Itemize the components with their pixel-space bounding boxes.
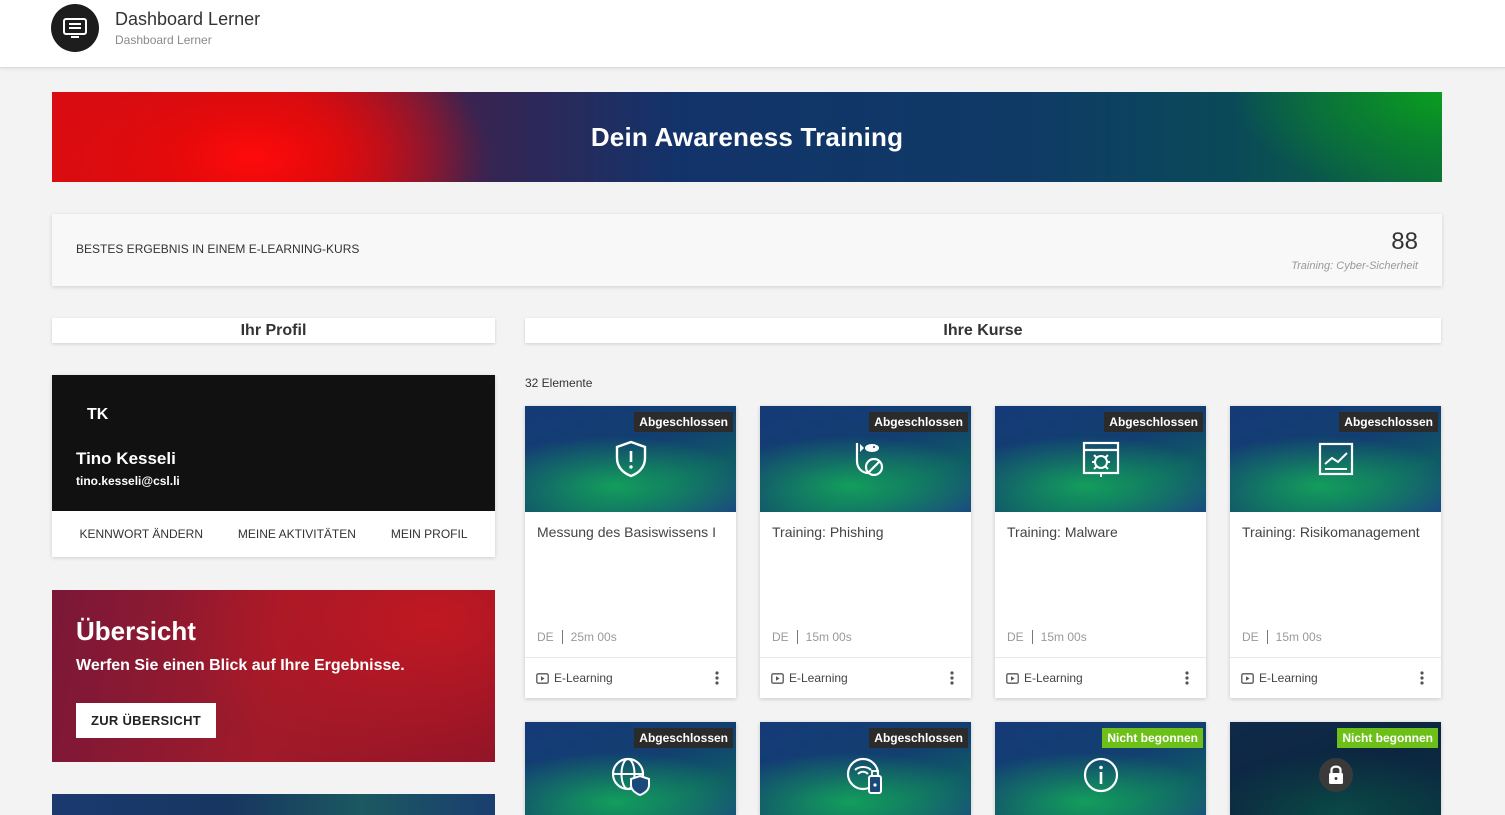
info-circle-icon [1083, 757, 1118, 793]
more-options-icon[interactable] [1414, 668, 1430, 688]
profile-email: tino.kesseli@csl.li [76, 474, 180, 488]
course-type: E-Learning [1024, 671, 1083, 685]
courses-section-title: Ihre Kurse [943, 321, 1023, 339]
video-icon [1241, 672, 1254, 684]
risk-chart-icon [1318, 442, 1353, 476]
partial-card [52, 794, 495, 815]
more-options-icon[interactable] [1179, 668, 1195, 688]
best-result-label: BESTES ERGEBNIS IN EINEM E-LEARNING-KURS [76, 242, 360, 256]
course-footer: E-Learning [525, 657, 736, 698]
course-footer: E-Learning [760, 657, 971, 698]
course-duration: 15m 00s [1275, 630, 1322, 644]
more-options-icon[interactable] [709, 668, 725, 688]
course-image: Nicht begonnen [1230, 722, 1441, 815]
hero-banner: Dein Awareness Training [52, 92, 1442, 182]
course-type: E-Learning [554, 671, 613, 685]
course-language: DE [537, 630, 554, 644]
profile-section-header: Ihr Profil [52, 318, 495, 343]
course-card[interactable]: Abgeschlossen Training: Risikomanagement… [1230, 406, 1441, 698]
course-footer: E-Learning [995, 657, 1206, 698]
course-image: Abgeschlossen [995, 406, 1206, 512]
course-card[interactable]: Abgeschlossen Messung des Basiswissens I… [525, 406, 736, 698]
my-activities-link[interactable]: MEINE AKTIVITÄTEN [238, 527, 356, 541]
courses-section-header: Ihre Kurse [525, 318, 1441, 343]
video-icon [1006, 672, 1019, 684]
course-image: Abgeschlossen [1230, 406, 1441, 512]
video-icon [536, 672, 549, 684]
overview-button[interactable]: ZUR ÜBERSICHT [76, 703, 216, 738]
course-title: Training: Risikomanagement [1242, 524, 1420, 540]
malware-bug-icon [1082, 441, 1119, 477]
profile-card: TK Tino Kesseli tino.kesseli@csl.li KENN… [52, 375, 495, 557]
status-badge: Abgeschlossen [869, 728, 968, 748]
hero-title: Dein Awareness Training [590, 121, 904, 152]
course-meta: DE 15m 00s [1007, 630, 1087, 644]
course-card[interactable]: Abgeschlossen Training: Malware DE 15m 00… [995, 406, 1206, 698]
course-duration: 15m 00s [805, 630, 852, 644]
course-meta: DE 15m 00s [772, 630, 852, 644]
profile-links: KENNWORT ÄNDERN MEINE AKTIVITÄTEN MEIN P… [52, 511, 495, 557]
course-image: Abgeschlossen [525, 722, 736, 815]
lock-icon [1318, 758, 1353, 792]
wifi-usb-icon [846, 757, 882, 794]
best-result-card: BESTES ERGEBNIS IN EINEM E-LEARNING-KURS… [52, 214, 1442, 286]
course-card[interactable]: Nicht begonnen [995, 722, 1206, 815]
course-type: E-Learning [789, 671, 848, 685]
status-badge: Abgeschlossen [634, 412, 733, 432]
course-language: DE [1242, 630, 1259, 644]
overview-card: Übersicht Werfen Sie einen Blick auf Ihr… [52, 590, 495, 762]
course-image: Abgeschlossen [760, 722, 971, 815]
status-badge: Nicht begonnen [1337, 728, 1438, 748]
status-badge: Abgeschlossen [1104, 412, 1203, 432]
status-badge: Nicht begonnen [1102, 728, 1203, 748]
phishing-hook-icon [855, 443, 883, 477]
profile-name: Tino Kesseli [76, 449, 176, 468]
page-title: Dashboard Lerner [115, 9, 261, 29]
dashboard-icon[interactable] [51, 4, 99, 52]
profile-section-title: Ihr Profil [240, 321, 307, 339]
profile-header: TK Tino Kesseli tino.kesseli@csl.li [52, 375, 495, 511]
top-bar: Dashboard Lerner Dashboard Lerner [0, 0, 1505, 68]
best-result-score: 88 [1391, 228, 1418, 255]
course-language: DE [1007, 630, 1024, 644]
avatar: TK [87, 406, 109, 423]
shield-alert-icon [615, 440, 646, 478]
status-badge: Abgeschlossen [869, 412, 968, 432]
my-profile-link[interactable]: MEIN PROFIL [391, 527, 468, 541]
course-count: 32 Elemente [525, 376, 593, 390]
status-badge: Abgeschlossen [1339, 412, 1438, 432]
change-password-link[interactable]: KENNWORT ÄNDERN [79, 527, 203, 541]
course-title: Messung des Basiswissens I [537, 524, 716, 540]
course-card[interactable]: Nicht begonnen [1230, 722, 1441, 815]
course-footer: E-Learning [1230, 657, 1441, 698]
best-result-course: Training: Cyber-Sicherheit [1291, 260, 1418, 272]
overview-title: Übersicht [76, 616, 196, 646]
course-duration: 15m 00s [1040, 630, 1087, 644]
course-duration: 25m 00s [570, 630, 617, 644]
course-image: Abgeschlossen [760, 406, 971, 512]
course-meta: DE 15m 00s [1242, 630, 1322, 644]
more-options-icon[interactable] [944, 668, 960, 688]
course-image: Nicht begonnen [995, 722, 1206, 815]
video-icon [771, 672, 784, 684]
course-meta: DE 25m 00s [537, 630, 617, 644]
breadcrumb[interactable]: Dashboard Lerner [115, 33, 212, 47]
status-badge: Abgeschlossen [634, 728, 733, 748]
course-type: E-Learning [1259, 671, 1318, 685]
globe-shield-icon [611, 757, 650, 796]
course-language: DE [772, 630, 789, 644]
course-title: Training: Malware [1007, 524, 1118, 540]
course-card[interactable]: Abgeschlossen [760, 722, 971, 815]
course-card[interactable]: Abgeschlossen [525, 722, 736, 815]
course-card[interactable]: Abgeschlossen Training: Phishing DE 15m 0… [760, 406, 971, 698]
overview-text: Werfen Sie einen Blick auf Ihre Ergebnis… [76, 657, 405, 674]
course-title: Training: Phishing [772, 524, 884, 540]
course-image: Abgeschlossen [525, 406, 736, 512]
